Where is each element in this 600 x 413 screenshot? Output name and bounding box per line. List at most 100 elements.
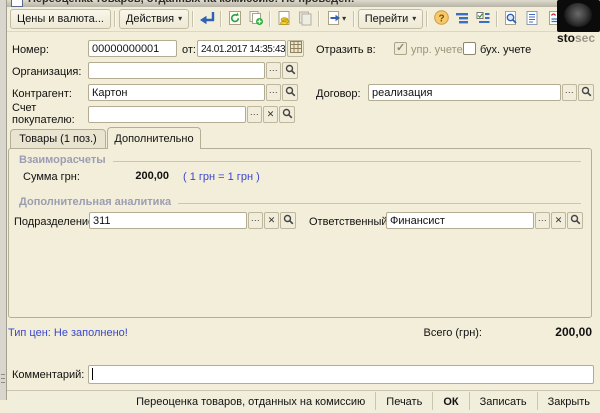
sum-value: 200,00 xyxy=(69,170,169,182)
refresh-icon xyxy=(227,10,243,29)
dropdown-caret-icon xyxy=(342,15,346,23)
find-icon xyxy=(503,10,519,29)
responsible-choose-button[interactable] xyxy=(535,212,550,229)
post-document-button[interactable] xyxy=(274,9,294,29)
contract-label: Договор: xyxy=(316,88,361,100)
related-documents-icon xyxy=(475,10,491,29)
tab-goods-label: Товары (1 поз.) xyxy=(19,133,96,145)
magnifier-icon xyxy=(570,213,581,228)
invoice-choose-button[interactable] xyxy=(247,106,262,123)
contract-open-button[interactable] xyxy=(578,84,594,101)
department-input[interactable]: 311 xyxy=(89,212,247,229)
invoice-input[interactable] xyxy=(88,106,246,123)
number-input[interactable]: 00000000001 xyxy=(88,40,177,57)
main-toolbar: Цены и валюта... Действия Перейти ? ДтКт xyxy=(7,7,600,32)
svg-text:?: ? xyxy=(438,13,444,24)
department-open-button[interactable] xyxy=(280,212,296,229)
price-type-note[interactable]: Тип цен: Не заполнено! xyxy=(8,327,128,339)
write-button[interactable] xyxy=(197,9,217,29)
tab-additional[interactable]: Дополнительно xyxy=(107,127,201,149)
prices-currency-label: Цены и валюта... xyxy=(17,13,104,25)
vendor-watermark: stosec xyxy=(557,0,600,48)
magnifier-icon xyxy=(285,85,296,100)
responsible-label: Ответственный: xyxy=(309,216,391,228)
counterparty-choose-button[interactable] xyxy=(266,84,281,101)
contract-input[interactable]: реализация xyxy=(368,84,561,101)
section-divider xyxy=(113,161,581,162)
mgmt-accounting-checkbox[interactable] xyxy=(394,42,407,55)
document-print-form-button[interactable]: Переоценка товаров, отданных на комиссию xyxy=(128,391,373,411)
number-label: Номер: xyxy=(12,44,49,56)
watermark-text-bold: sto xyxy=(557,31,575,45)
comment-input[interactable] xyxy=(88,365,594,384)
ok-button[interactable]: ОК xyxy=(435,391,466,411)
goto-menu-button[interactable]: Перейти xyxy=(358,9,424,29)
forward-button[interactable] xyxy=(323,9,350,29)
responsible-input[interactable]: Финансист xyxy=(386,212,534,229)
button-separator xyxy=(537,392,538,410)
date-input[interactable]: 24.01.2017 14:35:43 xyxy=(197,40,286,57)
book-accounting-checkbox[interactable] xyxy=(463,42,476,55)
analytics-section-header: Дополнительная аналитика xyxy=(19,196,581,208)
invoice-label-line1: Счет xyxy=(12,102,36,114)
actions-menu-button[interactable]: Действия xyxy=(119,9,189,29)
unpost-document-button[interactable] xyxy=(295,9,315,29)
invoice-open-button[interactable] xyxy=(279,106,295,123)
copy-button[interactable] xyxy=(246,9,266,29)
document-window-icon xyxy=(11,0,23,7)
invoice-label-line2: покупателю: xyxy=(12,114,75,126)
organization-open-button[interactable] xyxy=(282,62,298,79)
splitter-grip-icon[interactable] xyxy=(1,374,5,386)
toolbar-separator xyxy=(114,11,116,27)
responsible-clear-button[interactable] xyxy=(551,212,566,229)
reflect-in-label: Отразить в: xyxy=(316,44,376,56)
contract-choose-button[interactable] xyxy=(562,84,577,101)
help-button[interactable]: ? xyxy=(431,9,451,29)
copy-add-icon xyxy=(248,10,264,29)
magnifier-icon xyxy=(285,63,296,78)
text-cursor xyxy=(92,368,93,380)
button-separator xyxy=(375,392,376,410)
responsible-open-button[interactable] xyxy=(567,212,583,229)
bottom-button-bar: Переоценка товаров, отданных на комиссию… xyxy=(7,391,598,413)
actions-label: Действия xyxy=(126,13,174,25)
report-icon xyxy=(524,10,540,29)
department-clear-button[interactable] xyxy=(264,212,279,229)
organization-input[interactable] xyxy=(88,62,265,79)
unpost-icon xyxy=(297,10,313,29)
structure-button[interactable] xyxy=(452,9,472,29)
button-separator xyxy=(432,392,433,410)
close-button[interactable]: Закрыть xyxy=(540,391,598,411)
counterparty-open-button[interactable] xyxy=(282,84,298,101)
department-choose-button[interactable] xyxy=(248,212,263,229)
magnifier-icon xyxy=(581,85,592,100)
toolbar-separator xyxy=(318,11,320,27)
prices-currency-button[interactable]: Цены и валюта... xyxy=(10,9,111,29)
find-in-list-button[interactable] xyxy=(501,9,521,29)
tab-goods[interactable]: Товары (1 поз.) xyxy=(10,129,106,149)
forward-icon xyxy=(326,10,342,29)
invoice-clear-button[interactable] xyxy=(263,106,278,123)
reread-button[interactable] xyxy=(225,9,245,29)
related-documents-button[interactable] xyxy=(473,9,493,29)
dropdown-caret-icon xyxy=(178,15,182,23)
exchange-rate-note: ( 1 грн = 1 грн ) xyxy=(183,171,260,183)
window-title: Переоценка товаров, отданных на комиссию… xyxy=(28,0,355,5)
report-button[interactable] xyxy=(522,9,542,29)
write-icon xyxy=(198,10,216,29)
section-divider xyxy=(178,203,581,204)
analytics-header-label: Дополнительная аналитика xyxy=(19,196,171,208)
toolbar-separator xyxy=(269,11,271,27)
counterparty-label: Контрагент: xyxy=(12,88,72,100)
date-label: от: xyxy=(182,44,196,56)
organization-choose-button[interactable] xyxy=(266,62,281,79)
book-accounting-label: бух. учете xyxy=(480,44,531,56)
toolbar-separator xyxy=(426,11,428,27)
print-button[interactable]: Печать xyxy=(378,391,430,411)
mgmt-accounting-label: упр. учете xyxy=(411,44,463,56)
counterparty-input[interactable]: Картон xyxy=(88,84,265,101)
post-icon xyxy=(276,10,292,29)
structure-icon xyxy=(454,10,470,29)
save-button[interactable]: Записать xyxy=(472,391,535,411)
calendar-button[interactable] xyxy=(287,40,304,57)
